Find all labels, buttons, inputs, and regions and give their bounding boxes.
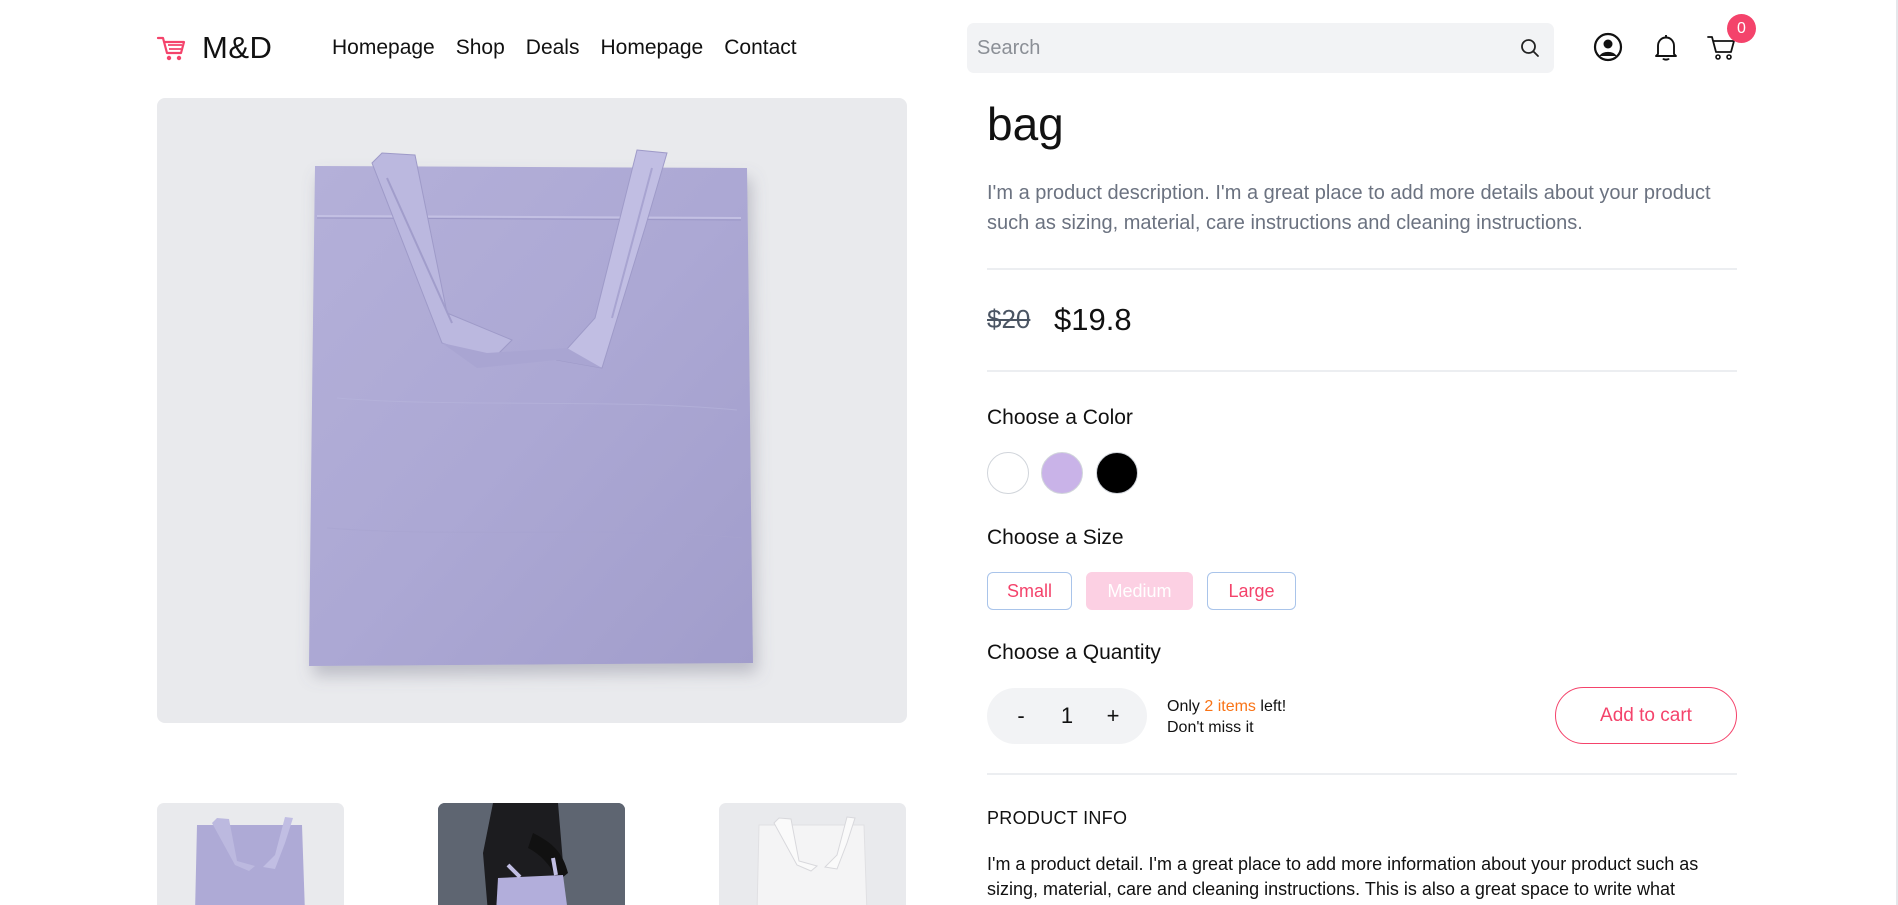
nav-item-deals[interactable]: Deals bbox=[526, 36, 580, 60]
stock-count: 2 items bbox=[1204, 698, 1256, 715]
thumbnail-white-bag[interactable] bbox=[719, 803, 906, 905]
thumbnail-lavender-bag[interactable] bbox=[157, 803, 344, 905]
divider bbox=[987, 773, 1737, 775]
quantity-increment-button[interactable]: + bbox=[1101, 703, 1125, 729]
color-swatch-lavender[interactable] bbox=[1041, 452, 1083, 494]
color-swatch-white[interactable] bbox=[987, 452, 1029, 494]
divider bbox=[987, 268, 1737, 270]
bell-icon[interactable] bbox=[1650, 31, 1682, 63]
nav-item-homepage-2[interactable]: Homepage bbox=[600, 36, 703, 60]
product-info-heading: PRODUCT INFO bbox=[987, 808, 1128, 828]
nav-item-contact[interactable]: Contact bbox=[724, 36, 796, 60]
stock-only-text: Only bbox=[1167, 698, 1200, 715]
stock-note: Don't miss it bbox=[1167, 719, 1254, 736]
shopping-cart-icon bbox=[156, 32, 188, 64]
quantity-stepper: - 1 + bbox=[987, 688, 1147, 744]
color-label: Choose a Color bbox=[987, 406, 1133, 429]
header: M&D Homepage Shop Deals Homepage Contact bbox=[0, 0, 1898, 96]
original-price: $20 bbox=[987, 304, 1031, 334]
cart-count-badge: 0 bbox=[1727, 14, 1756, 43]
product-title: bag bbox=[987, 98, 1064, 150]
quantity-value: 1 bbox=[1060, 703, 1074, 728]
divider bbox=[987, 370, 1737, 372]
nav-item-shop[interactable]: Shop bbox=[456, 36, 505, 60]
search-icon[interactable] bbox=[1516, 34, 1544, 62]
thumbnail-person-bag[interactable] bbox=[438, 803, 625, 905]
search-bar bbox=[967, 23, 1554, 73]
add-to-cart-button[interactable]: Add to cart bbox=[1555, 687, 1737, 744]
product-info-text: I'm a product detail. I'm a great place … bbox=[987, 854, 1699, 899]
search-input[interactable] bbox=[977, 36, 1516, 60]
stock-line: Only 2 items left! bbox=[1167, 696, 1286, 717]
main-nav: Homepage Shop Deals Homepage Contact bbox=[332, 36, 818, 60]
thumbnail-strip bbox=[157, 803, 907, 905]
quantity-label: Choose a Quantity bbox=[987, 641, 1161, 664]
sale-price: $19.8 bbox=[1054, 302, 1132, 337]
product-main-image bbox=[157, 98, 907, 723]
nav-item-homepage[interactable]: Homepage bbox=[332, 36, 435, 60]
product-description: I'm a product description. I'm a great p… bbox=[987, 182, 1711, 234]
brand-name: M&D bbox=[202, 30, 273, 65]
user-circle-icon[interactable] bbox=[1592, 31, 1624, 63]
stock-notice: Only 2 items left! Don't miss it bbox=[1167, 696, 1286, 738]
product-page: M&D Homepage Shop Deals Homepage Contact bbox=[0, 0, 1898, 905]
logo[interactable]: M&D bbox=[156, 30, 272, 66]
size-label: Choose a Size bbox=[987, 526, 1124, 549]
size-small-button[interactable]: Small bbox=[987, 572, 1072, 610]
size-medium-button[interactable]: Medium bbox=[1086, 572, 1193, 610]
color-swatch-black[interactable] bbox=[1096, 452, 1138, 494]
quantity-decrement-button[interactable]: - bbox=[1009, 703, 1033, 729]
size-large-button[interactable]: Large bbox=[1207, 572, 1296, 610]
stock-left-text: left! bbox=[1260, 698, 1287, 715]
